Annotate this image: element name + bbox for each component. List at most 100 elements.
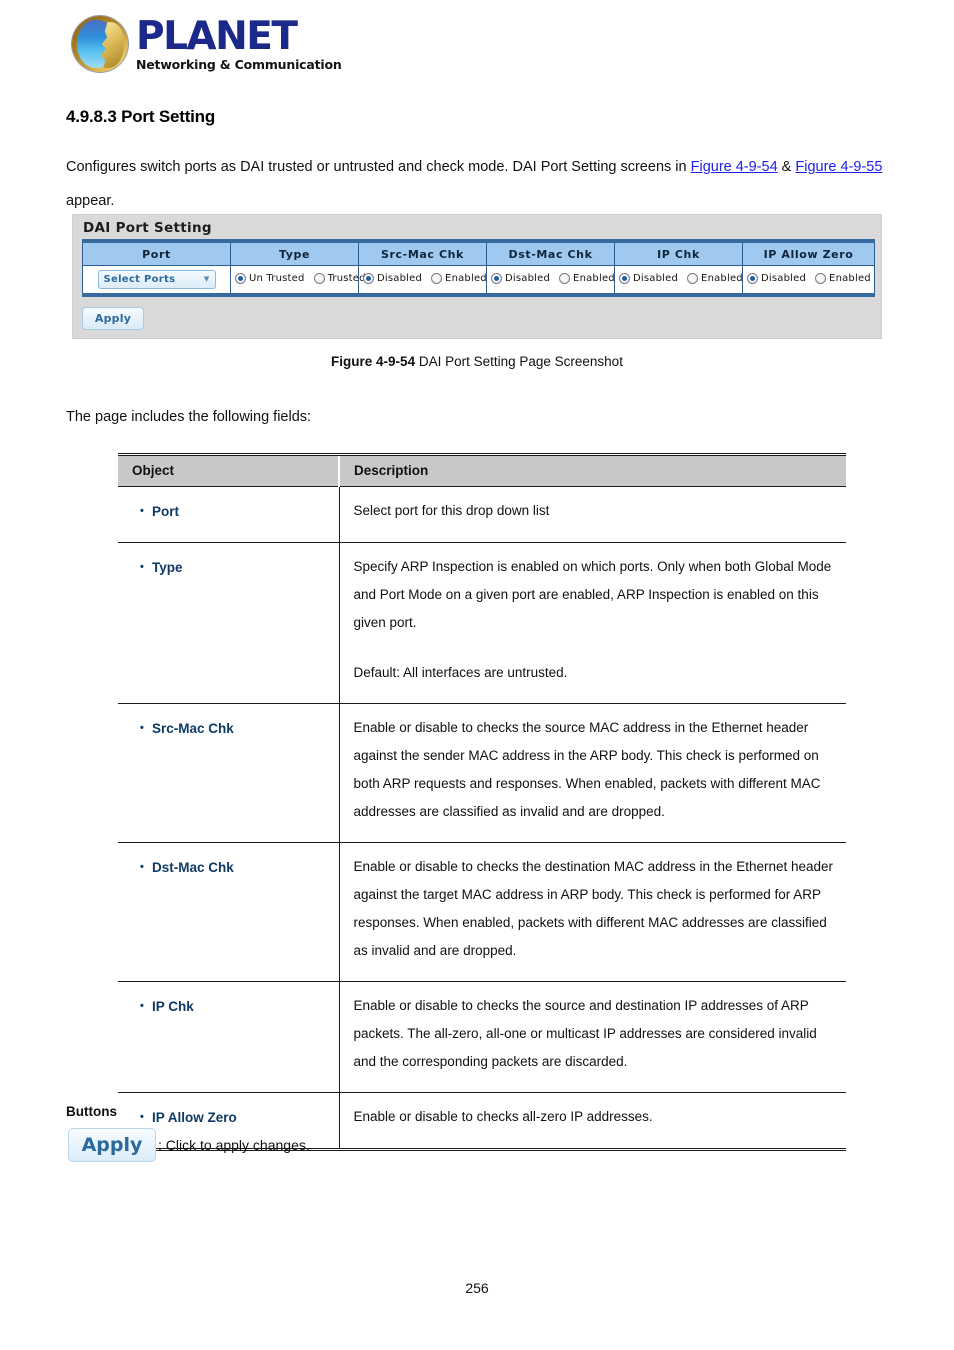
ip-chk-radio-group: Disabled Enabled [619,272,743,284]
bullet-icon: • [140,722,144,734]
radio-selected-icon[interactable] [363,272,374,284]
logo-tagline: Networking & Communication [136,56,342,72]
radio-ip-chk-enabled[interactable]: Enabled [687,272,743,284]
select-ports-value: Select Ports [103,274,176,285]
field-description-type: Specify ARP Inspection is enabled on whi… [339,542,846,704]
chevron-down-icon: ▼ [203,275,210,283]
cell-ip-chk: Disabled Enabled [614,265,743,295]
radio-ip-chk-enabled-label: Enabled [701,272,743,284]
field-name-type: • Type [118,542,340,704]
bullet-icon: • [140,1111,144,1123]
description-paragraph: Enable or disable to checks the destinat… [353,859,834,958]
figure-number: Figure 4-9-54 [331,354,416,369]
description-paragraph: Specify ARP Inspection is enabled on whi… [353,559,832,630]
cell-port: Select Ports ▼ [82,265,231,295]
radio-unselected-icon[interactable] [687,272,699,284]
dai-port-setting-screenshot: DAI Port Setting Port Type Src-Mac Chk D… [72,214,882,339]
buttons-section-heading: Buttons [66,1104,117,1119]
bullet-icon: • [140,1000,144,1012]
field-label: Port [152,504,179,519]
cell-src-mac-chk: Disabled Enabled [358,265,487,295]
figure-caption: Figure 4-9-54 DAI Port Setting Page Scre… [0,354,954,369]
radio-src-mac-disabled[interactable]: Disabled [363,272,422,284]
column-header-type: Type [230,241,359,266]
radio-type-trusted[interactable]: Trusted [313,272,366,284]
radio-unselected-icon[interactable] [815,272,827,284]
figure-caption-text: DAI Port Setting Page Screenshot [415,354,623,369]
fields-description-table: Object Description • Port Select port for… [118,453,846,1151]
cell-type: Un Trusted Trusted [230,265,365,295]
description-paragraph: Enable or disable to checks the source M… [353,720,821,819]
fields-column-header-object: Object [118,454,340,487]
description-paragraph: Enable or disable to checks the source a… [353,998,817,1069]
radio-dst-mac-enabled-label: Enabled [573,272,615,284]
logo-brand-name: PLANET [136,13,298,59]
src-mac-chk-radio-group: Disabled Enabled [363,272,487,284]
column-header-dst-mac-chk: Dst-Mac Chk [486,241,615,266]
page-number: 256 [465,1280,489,1296]
radio-type-untrusted[interactable]: Un Trusted [235,272,305,284]
cell-dst-mac-chk: Disabled Enabled [486,265,615,295]
logo-wordmark: PLANET Networking & Communication [136,17,342,72]
radio-selected-icon[interactable] [619,272,630,284]
radio-ip-chk-disabled[interactable]: Disabled [619,272,679,284]
radio-selected-icon[interactable] [235,272,246,284]
radio-selected-icon[interactable] [491,272,502,284]
radio-type-untrusted-label: Un Trusted [249,272,305,284]
column-header-port: Port [82,241,231,266]
field-name-ip-chk: • IP Chk [118,981,340,1093]
apply-button-note: : Click to apply changes. [158,1137,310,1153]
planet-globe-icon [72,16,128,72]
intro-text-before: Configures switch ports as DAI trusted o… [66,159,691,175]
apply-button[interactable]: Apply [68,1128,156,1162]
screenshot-apply-button[interactable]: Apply [82,307,144,330]
intro-paragraph: Configures switch ports as DAI trusted o… [66,150,886,218]
radio-dst-mac-enabled[interactable]: Enabled [559,272,615,284]
dst-mac-chk-radio-group: Disabled Enabled [491,272,615,284]
radio-unselected-icon[interactable] [431,272,443,284]
field-description-ip-chk: Enable or disable to checks the source a… [339,981,846,1093]
field-description-port: Select port for this drop down list [339,486,846,543]
fields-lead-in: The page includes the following fields: [66,409,312,425]
radio-ip-allow-zero-enabled-label: Enabled [829,272,871,284]
planet-logo: PLANET Networking & Communication [72,16,342,72]
radio-dst-mac-disabled-label: Disabled [505,272,551,284]
column-header-ip-allow-zero: IP Allow Zero [742,241,875,266]
description-paragraph: Enable or disable to checks all-zero IP … [353,1109,653,1124]
dai-port-setting-table: Port Type Src-Mac Chk Dst-Mac Chk IP Chk… [82,239,875,297]
field-description-dst-mac-chk: Enable or disable to checks the destinat… [339,842,846,982]
radio-ip-chk-disabled-label: Disabled [633,272,679,284]
bullet-icon: • [140,861,144,873]
radio-selected-icon[interactable] [747,272,758,284]
column-header-src-mac-chk: Src-Mac Chk [358,241,487,266]
table-row: • Src-Mac Chk Enable or disable to checks… [118,703,846,843]
field-label: IP Allow Zero [152,1110,237,1125]
field-name-port: • Port [118,486,340,543]
figure-4-9-54-link[interactable]: Figure 4-9-54 [691,159,778,175]
field-name-src-mac-chk: • Src-Mac Chk [118,703,340,843]
radio-ip-allow-zero-enabled[interactable]: Enabled [815,272,871,284]
select-ports-dropdown[interactable]: Select Ports ▼ [97,270,216,289]
field-name-dst-mac-chk: • Dst-Mac Chk [118,842,340,982]
table-row: Select Ports ▼ Un Trusted Trusted Disabl… [82,265,875,295]
page-title: 4.9.8.3 Port Setting [66,107,216,126]
document-page: PLANET Networking & Communication 4.9.8.… [0,0,954,1350]
radio-type-trusted-label: Trusted [327,272,366,284]
bullet-icon: • [140,561,144,573]
intro-text-after: appear. [66,193,115,209]
field-description-src-mac-chk: Enable or disable to checks the source M… [339,703,846,843]
description-default-note: Default: All interfaces are untrusted. [353,665,568,680]
radio-unselected-icon[interactable] [559,272,571,284]
ip-allow-zero-radio-group: Disabled Enabled [747,272,871,284]
figure-4-9-55-link[interactable]: Figure 4-9-55 [795,159,882,175]
screenshot-panel-title: DAI Port Setting [83,220,212,236]
table-row: • Type Specify ARP Inspection is enabled … [118,542,846,704]
radio-ip-allow-zero-disabled[interactable]: Disabled [747,272,806,284]
radio-src-mac-enabled[interactable]: Enabled [431,272,487,284]
radio-unselected-icon[interactable] [313,272,325,284]
table-row: • Dst-Mac Chk Enable or disable to checks… [118,842,846,982]
field-label: Src-Mac Chk [152,721,234,736]
radio-dst-mac-disabled[interactable]: Disabled [491,272,551,284]
cell-ip-allow-zero: Disabled Enabled [742,265,875,295]
field-label: Dst-Mac Chk [152,860,234,875]
